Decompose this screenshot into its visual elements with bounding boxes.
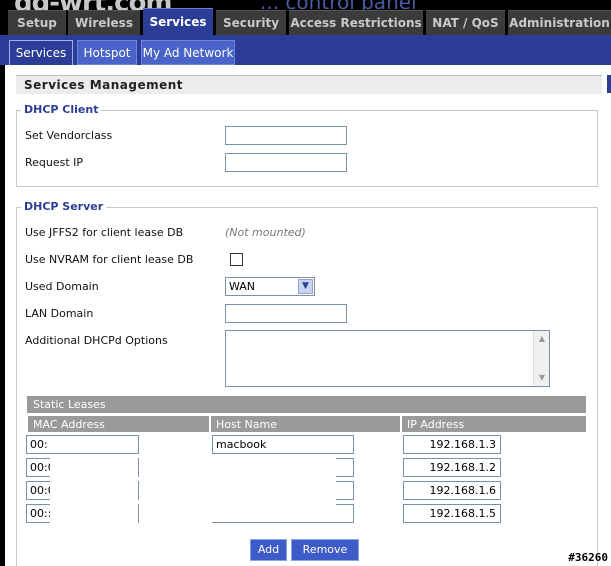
lan-domain-label: LAN Domain [25,307,94,320]
ip-input[interactable]: 192.168.1.5 [403,504,501,523]
used-domain-value: WAN [229,280,256,293]
column-ip-address: IP Address [401,415,586,432]
add-button[interactable]: Add [250,539,287,561]
ip-input[interactable]: 192.168.1.3 [403,435,501,454]
scroll-down-icon[interactable]: ▼ [536,372,548,384]
watermark-label: #36260 [568,551,608,564]
vendorclass-label: Set Vendorclass [25,129,113,142]
subtab-services[interactable]: Services [9,40,73,65]
request-ip-label: Request IP [25,156,84,169]
main-tab-bar: Setup Wireless Services Security Access … [0,8,611,35]
mac-input[interactable]: 00: [26,435,139,454]
used-domain-select[interactable]: WAN ▼ [225,277,315,296]
sub-tab-bar: Services Hotspot My Ad Network [0,35,611,65]
subtab-hotspot[interactable]: Hotspot [77,40,137,65]
section-title: Services Management [16,75,602,94]
additional-options-label: Additional DHCPd Options [25,334,168,347]
jffs2-status: (Not mounted) [225,226,306,239]
static-leases-title: Static Leases [27,396,586,413]
tab-access-restrictions[interactable]: Access Restrictions [289,10,423,35]
top-header: dd-wrt.com ... control panel [0,0,611,10]
tab-security[interactable]: Security [216,10,286,35]
hostname-input[interactable]: macbook [212,435,354,454]
subtab-my-ad-network[interactable]: My Ad Network [141,40,235,65]
content-panel: Services Management DHCP Client Set Vend… [5,65,611,566]
dhcp-client-legend: DHCP Client [21,103,102,116]
tab-administration[interactable]: Administration [508,10,611,35]
redaction-mask [50,458,138,524]
redaction-mask [212,458,336,522]
table-row: 00: macbook 192.168.1.3 [5,435,611,455]
jffs2-label: Use JFFS2 for client lease DB [25,226,184,239]
column-host-name: Host Name [210,415,400,432]
lan-domain-input[interactable] [225,304,347,323]
additional-options-textarea[interactable]: ▲ ▼ [225,330,550,387]
tab-wireless[interactable]: Wireless [68,10,140,35]
dhcp-client-group: DHCP Client Set Vendorclass Request IP [16,103,598,187]
nvram-checkbox[interactable] [230,253,243,266]
tab-nat-qos[interactable]: NAT / QoS [426,10,505,35]
scroll-up-icon[interactable]: ▲ [536,333,548,345]
textarea-scrollbar[interactable]: ▲ ▼ [533,331,549,386]
vendorclass-input[interactable] [225,126,347,145]
chevron-down-icon[interactable]: ▼ [298,279,313,294]
tab-services[interactable]: Services [143,8,213,35]
request-ip-input[interactable] [225,153,347,172]
remove-button[interactable]: Remove [291,539,359,561]
tab-setup[interactable]: Setup [8,10,66,35]
column-mac-address: MAC Address [27,415,209,432]
ip-input[interactable]: 192.168.1.6 [403,481,501,500]
nvram-label: Use NVRAM for client lease DB [25,253,194,266]
ip-input[interactable]: 192.168.1.2 [403,458,501,477]
used-domain-label: Used Domain [25,280,99,293]
dhcp-server-legend: DHCP Server [21,200,107,213]
brand-subtitle: ... control panel [260,0,417,10]
side-indicator [607,75,611,93]
